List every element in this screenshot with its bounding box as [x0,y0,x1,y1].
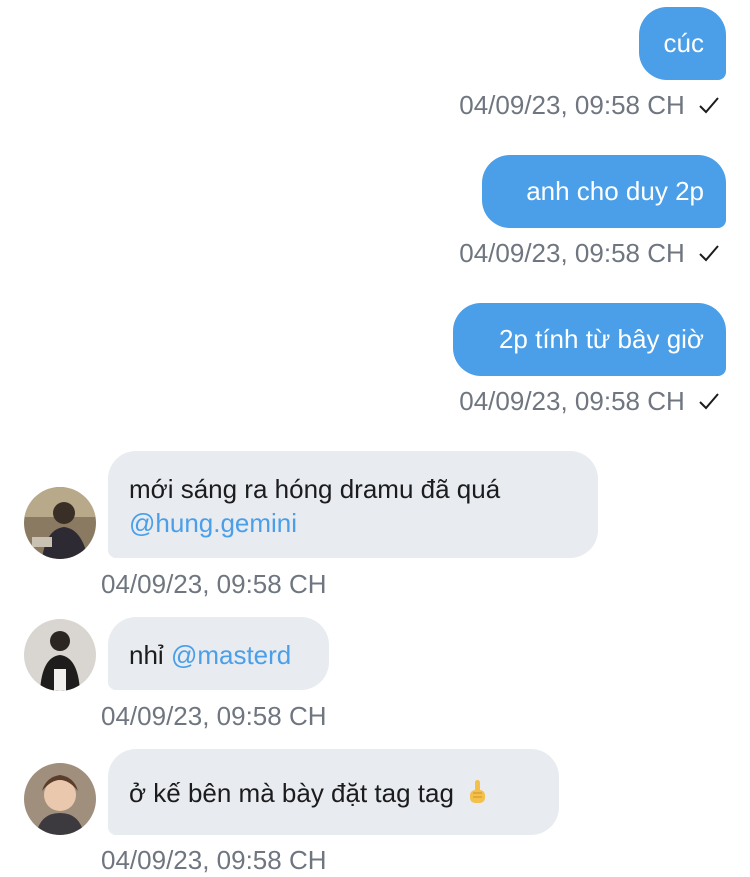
outgoing-message-bubble[interactable]: 2p tính từ bây giờ [453,303,726,376]
avatar-photo [24,763,96,835]
timestamp-text: 04/09/23, 09:58 CH [459,386,685,416]
incoming-message-bubble[interactable]: mới sáng ra hóng dramu đã quá @hung.gemi… [108,451,598,558]
incoming-message-bubble[interactable]: ở kế bên mà bày đặt tag tag [108,749,559,835]
message-timestamp: 04/09/23, 09:58 CH [459,386,720,416]
timestamp-text: 04/09/23, 09:58 CH [459,90,685,120]
message-text: ở kế bên mà bày đặt tag tag [129,778,454,808]
message-timestamp: 04/09/23, 09:58 CH [101,569,327,599]
avatar-photo [24,487,96,559]
message-text: anh cho duy 2p [526,176,704,206]
check-icon [699,97,719,114]
check-icon [699,393,719,410]
avatar-photo [24,619,96,691]
pointing-up-hand-icon [470,780,486,804]
outgoing-message-bubble[interactable]: anh cho duy 2p [482,155,726,228]
message-timestamp: 04/09/23, 09:58 CH [101,845,327,875]
message-timestamp: 04/09/23, 09:58 CH [101,701,327,731]
message-timestamp: 04/09/23, 09:58 CH [459,238,720,268]
incoming-message-bubble[interactable]: nhỉ @masterd [108,617,329,690]
mention-link[interactable]: @hung.gemini [129,506,577,540]
user-avatar[interactable] [24,763,96,835]
user-avatar[interactable] [24,619,96,691]
mention-link[interactable]: @masterd [171,640,291,670]
user-avatar[interactable] [24,487,96,559]
check-icon [699,245,719,262]
message-text: mới sáng ra hóng dramu đã quá [129,474,501,504]
message-timestamp: 04/09/23, 09:58 CH [459,90,720,120]
message-text: cúc [663,28,704,58]
timestamp-text: 04/09/23, 09:58 CH [459,238,685,268]
outgoing-message-bubble[interactable]: cúc [639,7,726,80]
message-text: 2p tính từ bây giờ [498,324,704,354]
message-text: nhỉ [129,640,164,670]
